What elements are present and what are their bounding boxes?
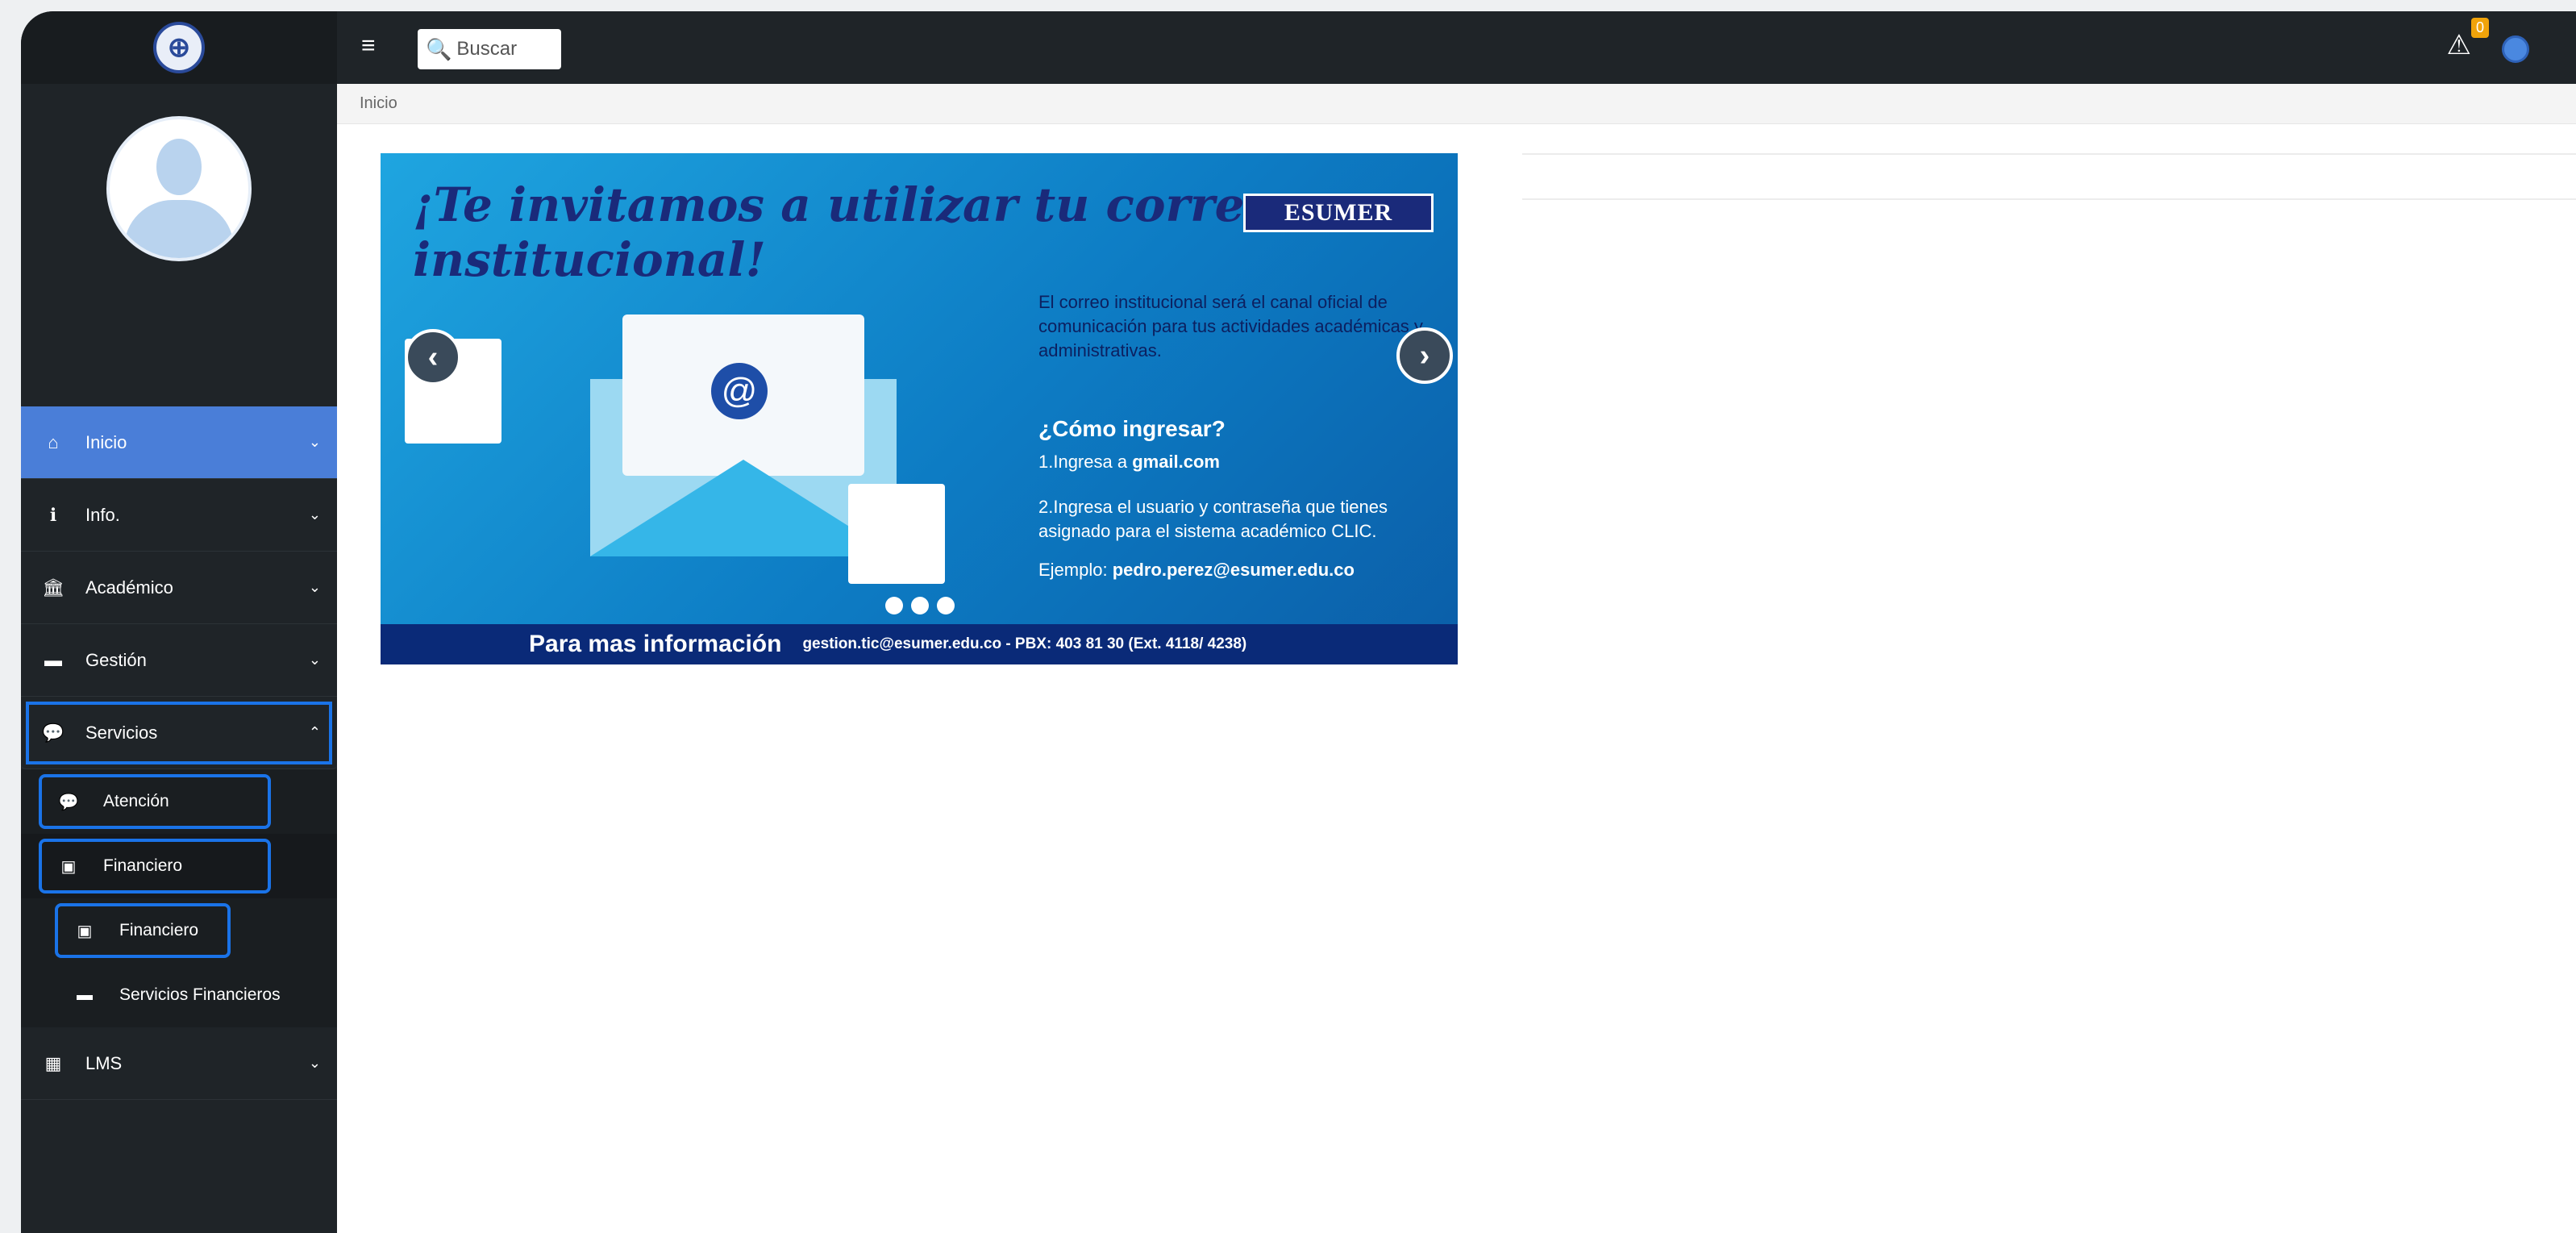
chevron-left-icon: ‹ xyxy=(427,339,439,374)
banner-example-prefix: Ejemplo: xyxy=(1038,560,1113,580)
banner-step1-link: gmail.com xyxy=(1132,452,1220,472)
chat-icon: 💬 xyxy=(42,722,65,743)
banner-heading: ¿Cómo ingresar? xyxy=(1038,416,1226,441)
chevron-up-icon: ⌃ xyxy=(308,724,321,740)
sidebar-subitem-financiero[interactable]: ▣ Financiero xyxy=(21,834,337,898)
breadcrumb-item[interactable]: Inicio xyxy=(360,94,397,113)
banner-footer: Para mas información gestion.tic@esumer.… xyxy=(381,624,1458,664)
chevron-down-icon: ⌄ xyxy=(308,434,321,450)
sidebar-item-label: Info. xyxy=(85,504,120,525)
banner-footer-title: Para mas información xyxy=(529,631,782,657)
logo[interactable]: ⊕ xyxy=(153,22,205,73)
breadcrumb: Inicio xyxy=(337,84,2576,124)
carousel-next-button[interactable]: › xyxy=(1396,327,1453,384)
sidebar-item-info[interactable]: ℹ Info. ⌄ xyxy=(21,479,337,552)
sidebar-item-label: LMS xyxy=(85,1052,123,1073)
topbar: ≡ 🔍 Buscar ⚠ 0 xyxy=(337,11,2576,84)
banner-carousel: ¡Te invitamos a utilizar tu correo insti… xyxy=(381,153,1458,664)
servicios-submenu: 💬 Atención ▣ Financiero ▣ Financiero ▬ S… xyxy=(21,769,337,1027)
banner-step1: 1.Ingresa a gmail.com xyxy=(1038,450,1220,474)
chevron-down-icon: ⌄ xyxy=(308,652,321,668)
sidebar-item-label: Gestión xyxy=(85,649,147,670)
sidebar-item-gestion[interactable]: ▬ Gestión ⌄ xyxy=(21,624,337,697)
carousel-indicators xyxy=(885,597,955,614)
carousel-prev-button[interactable]: ‹ xyxy=(405,329,461,385)
sidebar-item-label: Inicio xyxy=(85,431,127,452)
panel-divider xyxy=(1522,153,2576,155)
user-menu-icon[interactable] xyxy=(2502,35,2529,63)
carousel-dot[interactable] xyxy=(885,597,903,614)
panel-divider xyxy=(1522,198,2576,200)
highlight-box xyxy=(55,903,231,958)
at-sign-icon: @ xyxy=(711,363,768,419)
hamburger-icon[interactable]: ≡ xyxy=(361,32,376,60)
folder-icon: ▬ xyxy=(44,649,62,670)
carousel-dot[interactable] xyxy=(911,597,929,614)
highlight-box xyxy=(39,839,271,894)
warning-icon[interactable]: ⚠ xyxy=(2447,29,2471,61)
sidebar-item-label: Servicios xyxy=(85,722,158,743)
avatar-body-shape xyxy=(124,200,234,258)
illustration-card-man xyxy=(848,484,945,584)
banner-example: Ejemplo: pedro.perez@esumer.edu.co xyxy=(1038,558,1355,582)
notification-badge: 0 xyxy=(2470,18,2489,38)
sidebar-item-academico[interactable]: 🏛 Académico ⌄ xyxy=(21,552,337,624)
sidebar-item-servicios[interactable]: 💬 Servicios ⌃ xyxy=(21,697,337,769)
profile-area xyxy=(21,84,337,406)
chevron-down-icon: ⌄ xyxy=(308,579,321,595)
avatar[interactable] xyxy=(106,116,252,261)
banner-footer-contact: gestion.tic@esumer.edu.co - PBX: 403 81 … xyxy=(802,635,1247,652)
search-input[interactable]: 🔍 Buscar xyxy=(418,29,561,69)
sidebar-subitem-financiero-child[interactable]: ▣ Financiero xyxy=(21,898,337,963)
home-icon: ⌂ xyxy=(48,431,59,452)
banner-step1-prefix: 1.Ingresa a xyxy=(1038,452,1133,472)
subitem-label: Servicios Financieros xyxy=(119,985,281,1004)
banner-intro: El correo institucional será el canal of… xyxy=(1038,292,1423,360)
chevron-down-icon: ⌄ xyxy=(308,506,321,523)
search-placeholder: Buscar xyxy=(456,38,518,60)
sidebar-subitem-atencion[interactable]: 💬 Atención xyxy=(21,769,337,834)
bank-icon: 🏛 xyxy=(42,577,65,598)
sidebar-item-label: Académico xyxy=(85,577,173,598)
search-icon: 🔍 xyxy=(426,36,452,61)
banner-step2: 2.Ingresa el usuario y contraseña que ti… xyxy=(1038,497,1388,541)
esumer-logo: ESUMER xyxy=(1243,194,1434,232)
chevron-down-icon: ⌄ xyxy=(308,1055,321,1071)
sidebar-header: ⊕ xyxy=(21,11,337,84)
grid-icon: ▦ xyxy=(44,1052,62,1073)
app-window: ⊕ ⌂ Inicio ⌄ ℹ Info. ⌄ 🏛 Académico ⌄ ▬ G… xyxy=(21,11,2576,1233)
avatar-head-shape xyxy=(156,139,202,195)
sidebar-item-lms[interactable]: ▦ LMS ⌄ xyxy=(21,1027,337,1100)
folder-icon: ▬ xyxy=(77,985,93,1004)
carousel-dot[interactable] xyxy=(937,597,955,614)
sidebar-subitem-servicios-financieros[interactable]: ▬ Servicios Financieros xyxy=(21,963,337,1027)
banner-example-email: pedro.perez@esumer.edu.co xyxy=(1112,560,1355,580)
sidebar-item-inicio[interactable]: ⌂ Inicio ⌄ xyxy=(21,406,337,479)
chevron-right-icon: › xyxy=(1419,338,1430,373)
info-icon: ℹ xyxy=(49,504,57,525)
sidebar: ⊕ ⌂ Inicio ⌄ ℹ Info. ⌄ 🏛 Académico ⌄ ▬ G… xyxy=(21,11,337,1233)
highlight-box xyxy=(39,774,271,829)
